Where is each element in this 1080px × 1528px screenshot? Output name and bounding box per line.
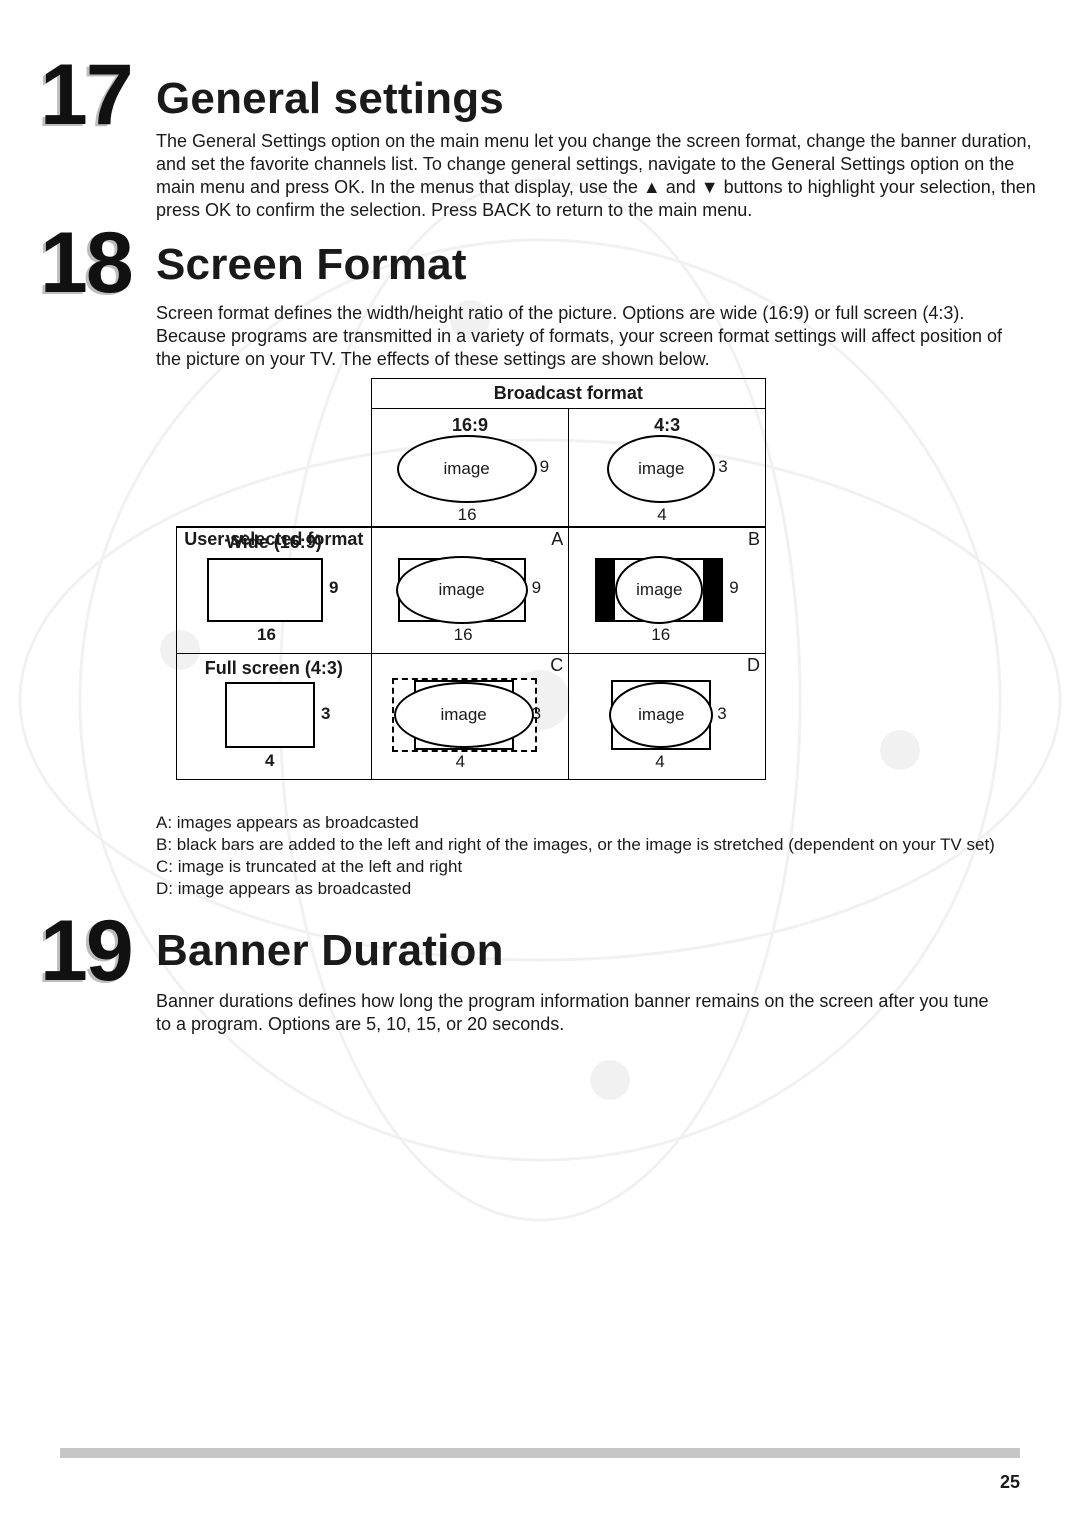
user-selected-format-header: User-selected format Wide (16:9) 9 16 [177, 528, 372, 654]
body-banner-duration: Banner durations defines how long the pr… [156, 990, 1006, 1036]
image-oval: image [394, 682, 534, 748]
image-oval: image [615, 556, 703, 624]
cell-A: A image 9 16 [371, 528, 569, 654]
cell-C: C image 3 4 [371, 654, 569, 780]
note-A: A: images appears as broadcasted [156, 812, 1036, 834]
section-number-17: 17 17 [40, 52, 132, 138]
heading-general-settings: General settings [156, 74, 504, 124]
cell-D: D image 3 4 [569, 654, 766, 780]
full-box [225, 682, 315, 748]
note-C: C: image is truncated at the left and ri… [156, 856, 1036, 878]
note-B: B: black bars are added to the left and … [156, 834, 1036, 856]
notes-list: A: images appears as broadcasted B: blac… [156, 812, 1036, 900]
image-oval: image [607, 435, 715, 503]
body-general-settings: The General Settings option on the main … [156, 130, 1036, 222]
body-screen-format: Screen format defines the width/height r… [156, 302, 1026, 371]
note-D: D: image appears as broadcasted [156, 878, 1036, 900]
heading-screen-format: Screen Format [156, 240, 467, 290]
heading-banner-duration: Banner Duration [156, 926, 504, 976]
image-oval: image [609, 682, 713, 748]
page-number: 25 [1000, 1472, 1020, 1493]
section-number-18: 18 18 [40, 220, 132, 306]
broadcast-format-header: Broadcast format [371, 379, 765, 409]
image-oval: image [396, 556, 528, 624]
wide-box [207, 558, 323, 622]
section-number-19: 19 19 [40, 908, 132, 994]
row-full-label: Full screen (4:3) 3 4 [177, 654, 372, 780]
image-oval: image [397, 435, 537, 503]
screen-format-table: Broadcast format 16:9 image 9 16 [176, 378, 766, 778]
footer-rule [60, 1448, 1020, 1458]
cell-B: B image 9 16 [569, 528, 766, 654]
